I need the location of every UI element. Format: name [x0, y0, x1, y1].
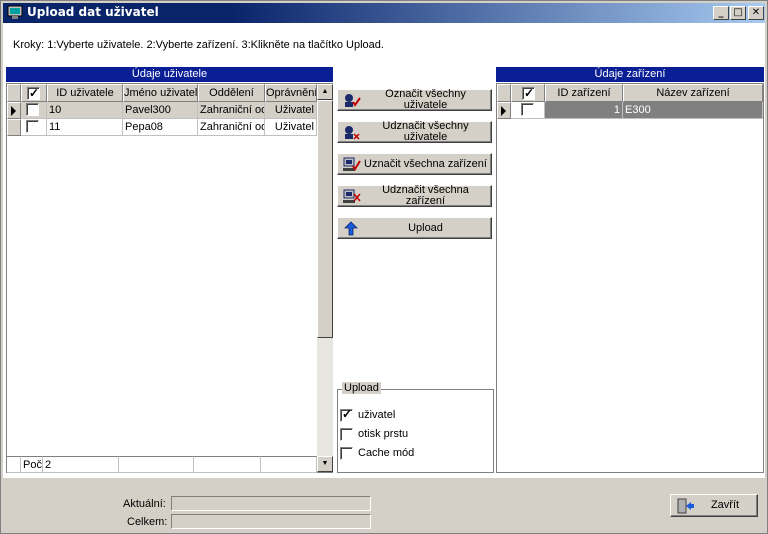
- col-device-id[interactable]: ID zařízení: [545, 84, 623, 102]
- devices-panel-header: Údaje zařízení: [496, 67, 764, 82]
- cache-mode-checkbox[interactable]: [340, 447, 353, 460]
- col-user-name[interactable]: Jméno uživatele: [123, 84, 198, 102]
- close-button[interactable]: Zavřít: [670, 494, 758, 517]
- col-user-id[interactable]: ID uživatele: [47, 84, 123, 102]
- user-id-cell[interactable]: 10: [47, 102, 123, 119]
- device-row-checkbox-cell[interactable]: [511, 102, 545, 119]
- devices-grid: ID zařízení Název zařízení 1 E300: [496, 83, 764, 473]
- upload-options-group: Upload uživatel otisk prstu Cache mód: [337, 382, 494, 473]
- user-dept-cell[interactable]: Zahraniční od: [198, 102, 265, 119]
- users-select-all-header[interactable]: [21, 84, 47, 102]
- instructions-text: Kroky: 1:Vyberte uživatele. 2:Vyberte za…: [13, 39, 384, 51]
- device-remove-icon: [343, 189, 361, 203]
- col-department[interactable]: Oddělení: [198, 84, 265, 102]
- deselect-all-devices-label: Udznačit všechna zařízení: [382, 184, 469, 207]
- row-selector[interactable]: [7, 119, 21, 136]
- device-name-cell[interactable]: E300: [623, 102, 763, 119]
- cache-mode-label[interactable]: Cache mód: [358, 447, 414, 459]
- close-button-label: Zavřít: [710, 499, 740, 511]
- device-check-icon: [343, 157, 361, 171]
- upload-group-legend: Upload: [342, 382, 381, 394]
- upload-user-checkbox[interactable]: [340, 407, 353, 422]
- current-progress-bar: [171, 496, 371, 511]
- footer-cell: [194, 456, 261, 473]
- row-selector-current[interactable]: [7, 102, 21, 119]
- row-selector-header: [497, 84, 511, 102]
- upload-user-label[interactable]: uživatel: [358, 409, 395, 421]
- row-selector-current[interactable]: [497, 102, 511, 119]
- window-title: Upload dat uživatel: [27, 5, 159, 19]
- devices-select-all-header[interactable]: [511, 84, 545, 102]
- deselect-all-devices-button[interactable]: Udznačit všechna zařízení: [337, 185, 492, 207]
- footer-count-label: Poč: [21, 456, 43, 473]
- footer-cell: [261, 456, 317, 473]
- total-progress-label: Celkem:: [127, 516, 168, 528]
- device-row-checkbox[interactable]: [521, 103, 534, 116]
- col-device-name[interactable]: Název zařízení: [623, 84, 763, 102]
- scroll-thumb[interactable]: [317, 100, 333, 338]
- footer-spacer: [7, 456, 21, 473]
- app-icon: [7, 5, 23, 19]
- users-grid: ID uživatele Jméno uživatele Oddělení Op…: [6, 83, 333, 473]
- upload-label: Upload: [408, 221, 443, 234]
- scroll-down-button[interactable]: ▼: [317, 456, 333, 472]
- user-row-checkbox[interactable]: [26, 120, 39, 133]
- devices-header-checkbox[interactable]: [522, 85, 535, 101]
- upload-window: Upload dat uživatel _ □ ✕ Kroky: 1:Vyber…: [0, 0, 768, 534]
- user-name-cell[interactable]: Pepa08: [123, 119, 198, 136]
- upload-button[interactable]: Upload: [337, 217, 492, 239]
- scroll-up-button[interactable]: ▲: [317, 84, 333, 100]
- user-check-icon: [345, 94, 361, 107]
- maximize-button[interactable]: □: [730, 6, 746, 20]
- col-permission[interactable]: Oprávnění: [265, 84, 317, 102]
- device-id-cell[interactable]: 1: [545, 102, 623, 119]
- table-row-checkbox-cell[interactable]: [21, 102, 47, 119]
- users-header-checkbox[interactable]: [27, 85, 40, 101]
- select-all-devices-label: Uznačit všechna zařízení: [364, 157, 487, 170]
- minimize-button[interactable]: _: [713, 6, 729, 20]
- users-panel-header: Údaje uživatele: [6, 67, 333, 82]
- row-selector-header: [7, 84, 21, 102]
- select-all-devices-button[interactable]: Uznačit všechna zařízení: [337, 153, 492, 175]
- current-row-arrow-icon: [501, 106, 506, 116]
- select-all-users-label: Označit všechny uživatele: [385, 88, 466, 111]
- user-id-cell[interactable]: 11: [47, 119, 123, 136]
- user-dept-cell[interactable]: Zahraniční od: [198, 119, 265, 136]
- user-role-cell[interactable]: Uživatel: [265, 102, 317, 119]
- deselect-all-users-button[interactable]: Udznačit všechny uživatele: [337, 121, 492, 143]
- title-bar[interactable]: Upload dat uživatel _ □ ✕: [3, 3, 765, 23]
- footer-count-value: 2: [43, 456, 119, 473]
- upload-fingerprint-label[interactable]: otisk prstu: [358, 428, 408, 440]
- table-row-checkbox-cell[interactable]: [21, 119, 47, 136]
- current-progress-label: Aktuální:: [123, 498, 166, 510]
- deselect-all-users-label: Udznačit všechny uživatele: [382, 120, 469, 143]
- footer-cell: [119, 456, 194, 473]
- arrow-up-icon: [344, 221, 358, 236]
- users-vertical-scrollbar[interactable]: ▲ ▼: [317, 84, 333, 472]
- user-name-cell[interactable]: Pavel300: [123, 102, 198, 119]
- user-remove-icon: [345, 126, 360, 140]
- current-row-arrow-icon: [11, 106, 16, 116]
- total-progress-bar: [171, 514, 371, 529]
- close-window-button[interactable]: ✕: [748, 6, 764, 20]
- exit-door-icon: [677, 498, 694, 514]
- select-all-users-button[interactable]: Označit všechny uživatele: [337, 89, 492, 111]
- upload-fingerprint-checkbox[interactable]: [340, 428, 353, 441]
- user-row-checkbox[interactable]: [26, 103, 39, 116]
- user-role-cell[interactable]: Uživatel: [265, 119, 317, 136]
